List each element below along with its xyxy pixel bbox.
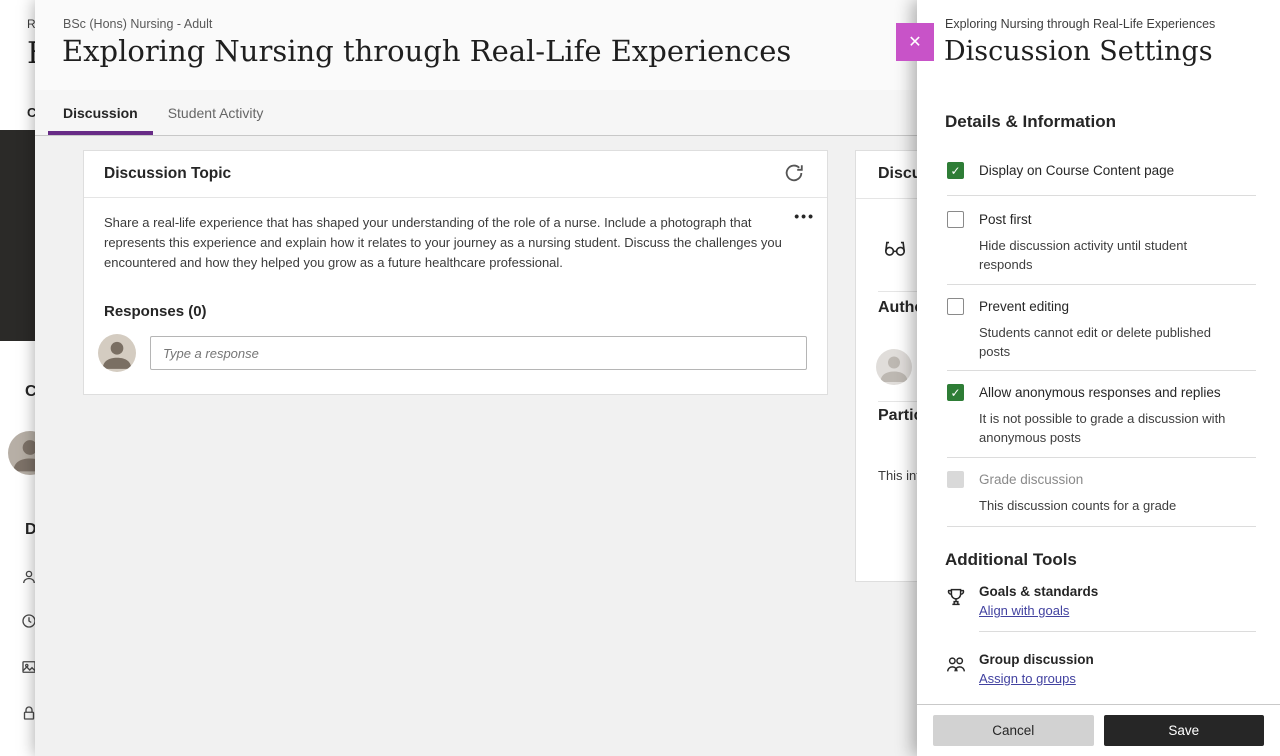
option-description: It is not possible to grade a discussion… — [979, 409, 1241, 447]
bg-tab-fragment[interactable]: Co — [27, 105, 35, 120]
page-header: BSc (Hons) Nursing - Adult Exploring Nur… — [35, 0, 917, 90]
refresh-icon — [783, 162, 805, 184]
rail-heading: Discu — [878, 165, 922, 183]
link-align-with-goals[interactable]: Align with goals — [979, 603, 1069, 618]
tool-label: Goals & standards — [979, 584, 1098, 599]
bg-breadcrumb-fragment: RU — [27, 17, 35, 31]
breadcrumb: BSc (Hons) Nursing - Adult — [63, 17, 212, 31]
tab-discussion[interactable]: Discussion — [48, 90, 153, 135]
group-discussion-row: Group discussion Assign to groups — [945, 652, 1094, 688]
checkbox-allow-anonymous[interactable]: ✓ — [947, 384, 964, 401]
option-label: Grade discussion — [979, 471, 1176, 487]
cancel-button[interactable]: Cancel — [933, 715, 1094, 746]
page-title: Exploring Nursing through Real-Life Expe… — [62, 34, 791, 68]
rail-info-text: This inf — [878, 468, 920, 483]
details-information-heading: Details & Information — [945, 112, 1116, 132]
main-content: Discussion Topic Share a real-life exper… — [35, 137, 917, 756]
user-avatar — [98, 334, 136, 372]
grader-glasses-icon — [882, 235, 908, 266]
option-description: This discussion counts for a grade — [979, 496, 1176, 515]
option-label: Display on Course Content page — [979, 162, 1174, 178]
divider — [947, 284, 1256, 285]
divider — [947, 195, 1256, 196]
response-input[interactable] — [150, 336, 807, 370]
bg-course-banner — [0, 130, 35, 341]
divider — [947, 526, 1256, 527]
check-icon: ✓ — [950, 387, 960, 399]
background-page: RU E Co C D — [0, 0, 35, 756]
close-button[interactable]: ✕ — [896, 23, 934, 61]
additional-tools-heading: Additional Tools — [945, 550, 1077, 570]
discussion-settings-panel: ✕ Exploring Nursing through Real-Life Ex… — [917, 0, 1280, 756]
settings-title: Discussion Settings — [944, 36, 1213, 67]
tool-label: Group discussion — [979, 652, 1094, 667]
settings-breadcrumb: Exploring Nursing through Real-Life Expe… — [945, 17, 1215, 31]
option-row: Prevent editing Students cannot edit or … — [947, 298, 1231, 361]
checkbox-grade-discussion — [947, 471, 964, 488]
goals-standards-row: Goals & standards Align with goals — [945, 584, 1098, 620]
option-row: Post first Hide discussion activity unti… — [947, 211, 1217, 274]
topic-card-header: Discussion Topic — [84, 151, 827, 198]
tab-student-activity[interactable]: Student Activity — [153, 90, 279, 135]
bg-title-fragment: E — [27, 36, 35, 71]
divider — [947, 457, 1256, 458]
topic-menu-button[interactable]: ••• — [794, 208, 815, 224]
divider — [979, 631, 1256, 632]
lock-icon[interactable] — [20, 704, 35, 722]
rail-participants-heading: Partic — [878, 407, 922, 425]
topic-card-body: Share a real-life experience that has sh… — [84, 198, 827, 273]
checkbox-display-on-course-content[interactable]: ✓ — [947, 162, 964, 179]
option-label: Allow anonymous responses and replies — [979, 384, 1241, 400]
responses-heading: Responses (0) — [84, 273, 827, 334]
discussion-page: BSc (Hons) Nursing - Adult Exploring Nur… — [35, 0, 917, 756]
goals-trophy-icon — [945, 586, 967, 613]
option-label: Post first — [979, 211, 1217, 227]
response-row — [84, 334, 827, 394]
author-avatar — [876, 349, 912, 385]
image-icon[interactable] — [20, 658, 35, 676]
discussion-topic-text: Share a real-life experience that has sh… — [104, 213, 789, 273]
bg-section-fragment-1: C — [25, 383, 35, 401]
person-icon[interactable] — [20, 568, 35, 586]
option-row: Grade discussion This discussion counts … — [947, 471, 1176, 515]
avatar — [8, 431, 35, 475]
tab-bar: Discussion Student Activity — [35, 90, 917, 136]
ellipsis-icon: ••• — [794, 208, 815, 224]
bg-section-fragment-2: D — [25, 521, 35, 539]
settings-footer: Cancel Save — [917, 704, 1280, 756]
group-people-icon — [945, 654, 967, 681]
option-row: ✓ Allow anonymous responses and replies … — [947, 384, 1241, 447]
close-icon: ✕ — [908, 32, 921, 52]
link-assign-to-groups[interactable]: Assign to groups — [979, 671, 1076, 686]
option-label: Prevent editing — [979, 298, 1231, 314]
check-icon: ✓ — [950, 165, 960, 177]
option-description: Hide discussion activity until student r… — [979, 236, 1217, 274]
checkbox-prevent-editing[interactable] — [947, 298, 964, 315]
topic-heading: Discussion Topic — [104, 165, 231, 183]
divider — [947, 370, 1256, 371]
clock-icon[interactable] — [20, 612, 35, 630]
refresh-button[interactable] — [781, 160, 807, 189]
option-row: ✓ Display on Course Content page — [947, 162, 1174, 179]
save-button[interactable]: Save — [1104, 715, 1265, 746]
option-description: Students cannot edit or delete published… — [979, 323, 1231, 361]
checkbox-post-first[interactable] — [947, 211, 964, 228]
discussion-topic-card: Discussion Topic Share a real-life exper… — [83, 150, 828, 395]
